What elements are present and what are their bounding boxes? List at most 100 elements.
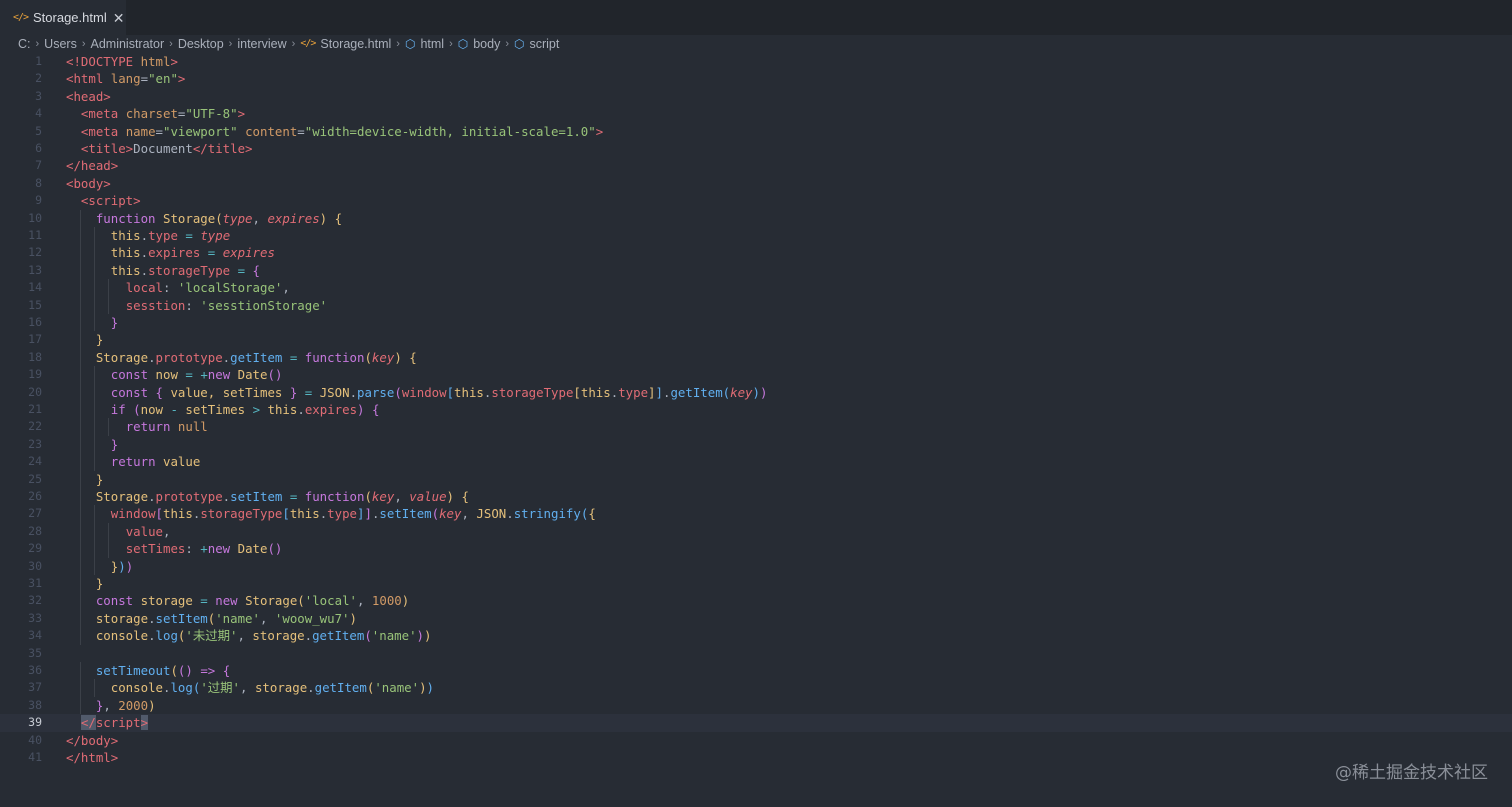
breadcrumb-label: interview	[237, 36, 287, 51]
code-line[interactable]: 15 sesstion: 'sesstionStorage'	[0, 296, 1512, 314]
code-line[interactable]: 26 Storage.prototype.setItem = function(…	[0, 488, 1512, 506]
chevron-right-icon: ›	[396, 37, 400, 50]
code-token: Storage	[95, 489, 149, 504]
code-line[interactable]: 30 }))	[0, 557, 1512, 575]
code-text: </body>	[66, 732, 118, 749]
breadcrumb-item[interactable]: ⬡ script	[514, 37, 559, 51]
tab-storage-html[interactable]: </> Storage.html ✕	[0, 0, 126, 35]
code-token: ,	[237, 628, 253, 644]
code-token: prototype	[155, 489, 223, 504]
breadcrumb-item[interactable]: ⬡ body	[458, 37, 501, 51]
code-line[interactable]: 40 </body>	[0, 732, 1512, 749]
code-line[interactable]: 34 console.log('未过期', storage.getItem('n…	[0, 627, 1512, 645]
breadcrumb-item[interactable]: Administrator	[91, 37, 165, 51]
code-line[interactable]: 28 value,	[0, 522, 1512, 541]
code-line[interactable]: 1 <!DOCTYPE html>	[0, 53, 1512, 70]
code-editor[interactable]: 1 <!DOCTYPE html> 2 <html lang="en"> 3 <head>…	[0, 53, 1512, 807]
code-line[interactable]: 5 <meta name="viewport" content="width=d…	[0, 123, 1512, 140]
code-line[interactable]: 11 this.type = type	[0, 227, 1512, 245]
code-line[interactable]: 9 <script>	[0, 192, 1512, 209]
code-line[interactable]: 32 const storage = new Storage('local', …	[0, 592, 1512, 610]
code-line[interactable]: 39 </script>	[0, 714, 1512, 732]
code-line[interactable]: 21 if (now - setTimes > this.expires) {	[0, 401, 1512, 419]
code-line[interactable]: 29 setTimes: +new Date()	[0, 540, 1512, 558]
code-line[interactable]: 36 setTimeout(() => {	[0, 662, 1512, 680]
code-line[interactable]: 23 }	[0, 435, 1512, 454]
code-line[interactable]: 33 storage.setItem('name', 'woow_wu7')	[0, 609, 1512, 628]
code-line[interactable]: 6 <title>Document</title>	[0, 140, 1512, 157]
code-line[interactable]: 22 return null	[0, 418, 1512, 436]
code-token: <meta	[80, 123, 126, 139]
code-line[interactable]: 16 }	[0, 314, 1512, 332]
tab-label: Storage.html	[33, 10, 107, 25]
breadcrumb-item[interactable]: interview	[237, 37, 286, 51]
code-token: this	[267, 402, 298, 417]
code-line[interactable]: 41 </html>	[0, 749, 1512, 766]
breadcrumb-label: Desktop	[177, 36, 224, 51]
code-token: type	[327, 506, 357, 522]
code-token: this	[580, 384, 611, 400]
code-line[interactable]: 25 }	[0, 470, 1512, 488]
code-token: }	[95, 471, 104, 487]
code-line[interactable]: 19 const now = +new Date()	[0, 366, 1512, 384]
breadcrumb-item[interactable]: Users	[44, 37, 77, 51]
code-line[interactable]: 13 this.storageType = {	[0, 261, 1512, 280]
code-token: [	[155, 506, 163, 522]
code-line[interactable]: 27 window[this.storageType[this.type]].s…	[0, 505, 1512, 523]
code-line[interactable]: 4 <meta charset="UTF-8">	[0, 105, 1512, 122]
line-number: 24	[28, 454, 42, 469]
code-token: {	[252, 262, 261, 278]
code-line[interactable]: 37 console.log('过期', storage.getItem('na…	[0, 679, 1512, 697]
close-icon[interactable]: ✕	[113, 11, 125, 25]
code-token: .	[148, 489, 156, 504]
breadcrumb-item[interactable]: ⬡ html	[405, 37, 444, 51]
code-line[interactable]: 2 <html lang="en">	[0, 70, 1512, 87]
code-line[interactable]: 35	[0, 645, 1512, 662]
code-line[interactable]: 10 function Storage(type, expires) {	[0, 209, 1512, 227]
code-text: <title>Document</title>	[66, 140, 253, 157]
code-line[interactable]: 14 local: 'localStorage',	[0, 279, 1512, 297]
code-token: ,	[259, 610, 275, 626]
line-number: 23	[28, 436, 42, 451]
code-line[interactable]: 38 }, 2000)	[0, 696, 1512, 715]
code-line[interactable]: 24 return value	[0, 453, 1512, 471]
code-token: expires	[267, 210, 320, 226]
code-token: this	[110, 228, 141, 243]
code-token: console	[110, 680, 163, 696]
code-text: }, 2000)	[66, 697, 156, 714]
breadcrumb-item[interactable]: Desktop	[178, 37, 224, 51]
code-text: return null	[66, 418, 208, 435]
code-token: storageType	[148, 262, 231, 278]
code-text: sesstion: 'sesstionStorage'	[66, 297, 327, 314]
code-line[interactable]: 3 <head>	[0, 88, 1512, 105]
code-line[interactable]: 18 Storage.prototype.getItem = function(…	[0, 348, 1512, 367]
breadcrumb-item[interactable]: C:	[18, 37, 31, 51]
code-token: 'name'	[374, 680, 420, 696]
code-line[interactable]: 8 <body>	[0, 175, 1512, 192]
code-token: {	[155, 384, 163, 400]
cube-icon: ⬡	[514, 36, 525, 51]
line-number: 4	[35, 106, 42, 121]
code-line[interactable]: 17 }	[0, 331, 1512, 349]
code-token: =	[237, 262, 246, 278]
code-line[interactable]: 7 </head>	[0, 157, 1512, 174]
code-token: 1000	[371, 593, 402, 609]
code-line[interactable]: 31 }	[0, 575, 1512, 593]
code-token: now	[140, 402, 164, 417]
chevron-right-icon: ›	[169, 37, 173, 50]
code-line[interactable]: 20 const { value, setTimes } = JSON.pars…	[0, 383, 1512, 401]
code-token: getItem	[670, 384, 723, 400]
code-line[interactable]: 12 this.expires = expires	[0, 244, 1512, 262]
breadcrumb-item[interactable]: </> Storage.html	[300, 37, 391, 51]
code-token: this	[454, 384, 484, 400]
